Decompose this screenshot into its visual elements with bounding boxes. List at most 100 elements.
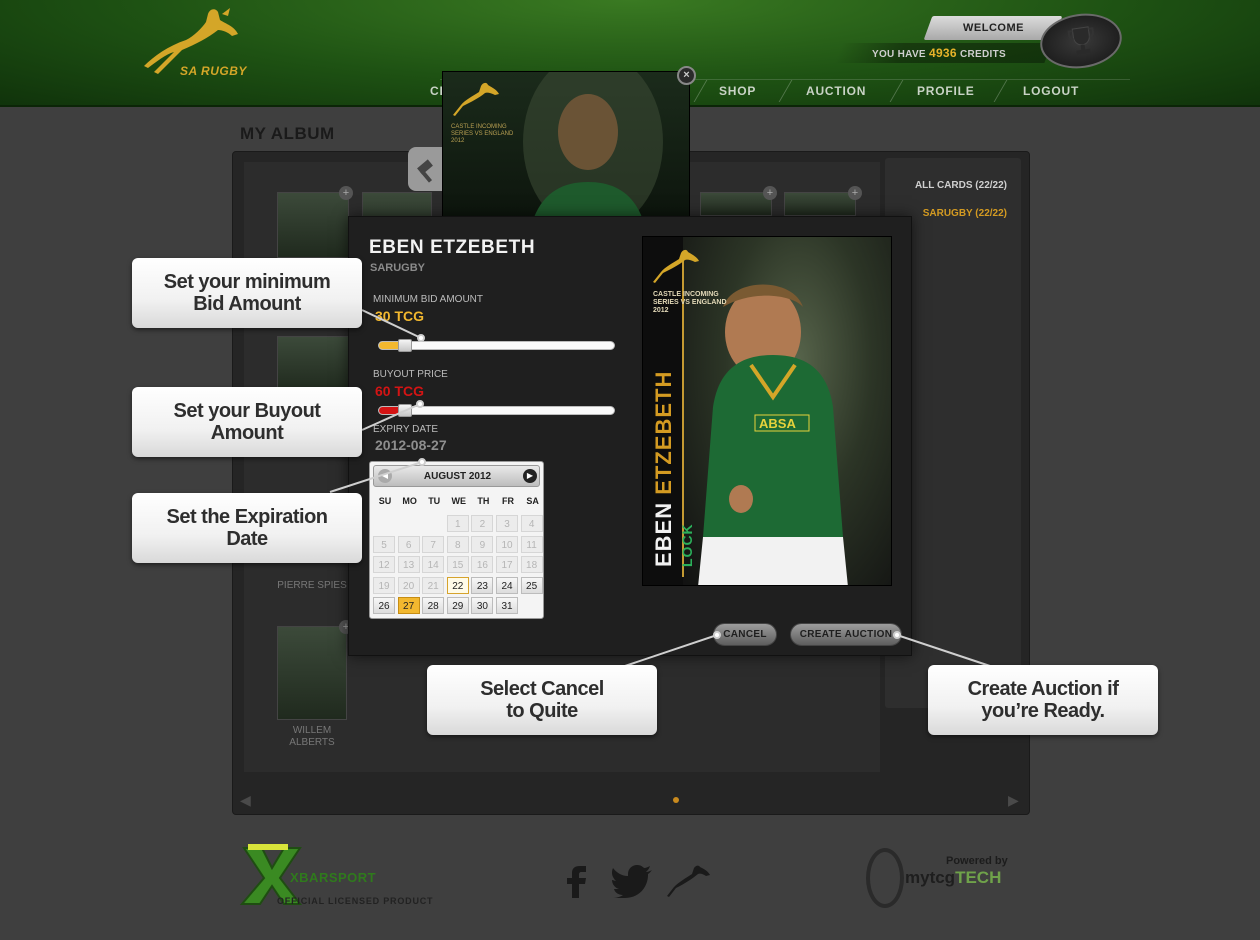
calendar-day: 8: [446, 535, 469, 553]
buyout-slider[interactable]: [378, 404, 615, 417]
filter-all-cards[interactable]: ALL CARDS (22/22): [915, 180, 1007, 191]
calendar-day: 9: [471, 535, 494, 553]
tooltip-expiry: Set the Expiration Date: [132, 493, 362, 563]
calendar-day: 19: [373, 576, 395, 594]
nav-item-logout[interactable]: LOGOUT: [1023, 84, 1079, 98]
calendar-day: 4: [520, 515, 543, 532]
calendar-day: 20: [397, 576, 420, 594]
springbok-icon[interactable]: [666, 864, 712, 898]
date-picker: ◀ AUGUST 2012 ▶ SU MO TU WE TH FR SA 1 2 3 4 5 6 7 8 9 1…: [369, 461, 544, 619]
album-card[interactable]: [700, 192, 772, 216]
calendar-day: 18: [520, 556, 543, 573]
card-label: PIERRE SPIES: [277, 580, 347, 591]
calendar-header: ◀ AUGUST 2012 ▶: [373, 465, 540, 487]
calendar-day[interactable]: 26: [373, 597, 395, 614]
player-team: SARUGBY: [370, 262, 426, 274]
calendar-day-of-week: SU: [378, 496, 392, 506]
nav-separator: [693, 80, 708, 102]
springbok-logo-icon: [653, 249, 699, 283]
album-card[interactable]: [277, 336, 349, 392]
twitter-icon[interactable]: [612, 864, 654, 898]
calendar-day[interactable]: 30: [471, 597, 494, 614]
calendar-day[interactable]: 28: [422, 597, 445, 614]
page-indicator[interactable]: [673, 797, 679, 803]
calendar-day: 2: [471, 515, 494, 532]
calendar-day: 3: [496, 515, 518, 532]
card-series-label: CASTLE INCOMING SERIES VS ENGLAND 2012: [653, 291, 727, 314]
album-card[interactable]: [784, 192, 856, 216]
min-bid-slider[interactable]: [378, 339, 615, 352]
calendar-day-of-week: TU: [428, 496, 441, 506]
calendar-day[interactable]: 23: [471, 576, 494, 594]
nav-item-profile[interactable]: PROFILE: [917, 84, 975, 98]
calendar-day: 1: [446, 515, 469, 532]
credits-suffix: CREDITS: [959, 49, 1006, 60]
player-card: ABSA CASTLE INCOMING SERIES VS ENGLAND 2…: [642, 236, 892, 586]
card-preview: CASTLE INCOMING SERIES VS ENGLAND 2012: [442, 71, 690, 219]
buyout-value: 60 TCG: [375, 383, 425, 399]
calendar-day[interactable]: 25: [520, 576, 543, 594]
album-card[interactable]: [277, 192, 349, 258]
licensed-label: OFFICIAL LICENSED PRODUCT: [277, 896, 434, 906]
calendar-day: 14: [422, 556, 445, 573]
mytcg-logo-icon[interactable]: [866, 848, 904, 908]
calendar-day[interactable]: 24: [496, 576, 518, 594]
calendar-month: AUGUST 2012: [423, 471, 492, 482]
credits-prefix: YOU HAVE: [872, 49, 926, 60]
calendar-day-of-week: WE: [451, 496, 467, 506]
buyout-label: BUYOUT PRICE: [373, 369, 448, 380]
nav-separator: [889, 80, 904, 102]
filter-sarugby[interactable]: SARUGBY (22/22): [923, 208, 1007, 219]
powered-by-label: Powered by: [946, 855, 1008, 867]
calendar-day-of-week: FR: [502, 496, 514, 506]
calendar-day: 21: [422, 576, 445, 594]
calendar-day: 6: [397, 535, 420, 553]
slider-handle[interactable]: [398, 339, 412, 352]
player-name: EBEN ETZEBETH: [369, 237, 536, 258]
tooltip-create: Create Auction if you’re Ready.: [928, 665, 1158, 735]
mytcg-accent: TECH: [955, 868, 1002, 887]
calendar-day-of-week: SA: [526, 496, 539, 506]
calendar-day[interactable]: 27: [397, 597, 420, 614]
calendar-day: 12: [373, 556, 395, 573]
card-player-name: EBEN ETZEBETH: [651, 371, 677, 567]
calendar-day: 17: [496, 556, 518, 573]
slider-handle[interactable]: [398, 404, 412, 417]
nav-separator: [993, 80, 1008, 102]
facebook-icon[interactable]: [564, 864, 590, 898]
calendar-day-of-week: TH: [477, 496, 490, 506]
calendar-day[interactable]: 31: [496, 597, 518, 614]
card-label: WILLEM ALBERTS: [289, 725, 335, 748]
add-icon[interactable]: +: [848, 186, 862, 200]
calendar-day: 13: [397, 556, 420, 573]
xbarsport-wordmark: XBARSPORT: [290, 870, 377, 885]
nav-item-shop[interactable]: SHOP: [719, 84, 756, 98]
album-card[interactable]: [277, 626, 347, 720]
next-page-icon[interactable]: ▶: [1008, 792, 1019, 809]
close-icon[interactable]: ×: [677, 66, 696, 85]
expiry-value[interactable]: 2012-08-27: [375, 437, 447, 453]
add-icon[interactable]: +: [339, 186, 353, 200]
trophy-icon: [1067, 26, 1094, 55]
tooltip-min-bid: Set your minimum Bid Amount: [132, 258, 362, 328]
credits-readout: YOU HAVE 4936 CREDITS: [872, 46, 1006, 60]
calendar-day: 15: [446, 556, 469, 573]
calendar-day: 7: [422, 535, 445, 553]
nav-item-auction[interactable]: AUCTION: [806, 84, 866, 98]
create-auction-button[interactable]: CREATE AUCTION: [790, 623, 902, 646]
next-month-icon[interactable]: ▶: [523, 469, 537, 483]
player-photo: [523, 72, 663, 218]
calendar-day[interactable]: 22: [446, 576, 469, 594]
card-first-name: EBEN: [651, 501, 676, 567]
card-position: LOCK: [679, 523, 695, 567]
mytcg-name: mytcg: [905, 868, 956, 887]
add-icon[interactable]: +: [763, 186, 777, 200]
calendar-day[interactable]: 29: [446, 597, 469, 614]
calendar-day: 5: [373, 535, 395, 553]
calendar-day-of-week: MO: [402, 496, 417, 506]
prev-page-icon[interactable]: ◀: [240, 792, 251, 809]
credits-value: 4936: [928, 46, 957, 60]
min-bid-value: 30 TCG: [375, 308, 425, 324]
expiry-label: EXPIRY DATE: [373, 424, 439, 435]
cancel-button[interactable]: CANCEL: [713, 623, 777, 646]
